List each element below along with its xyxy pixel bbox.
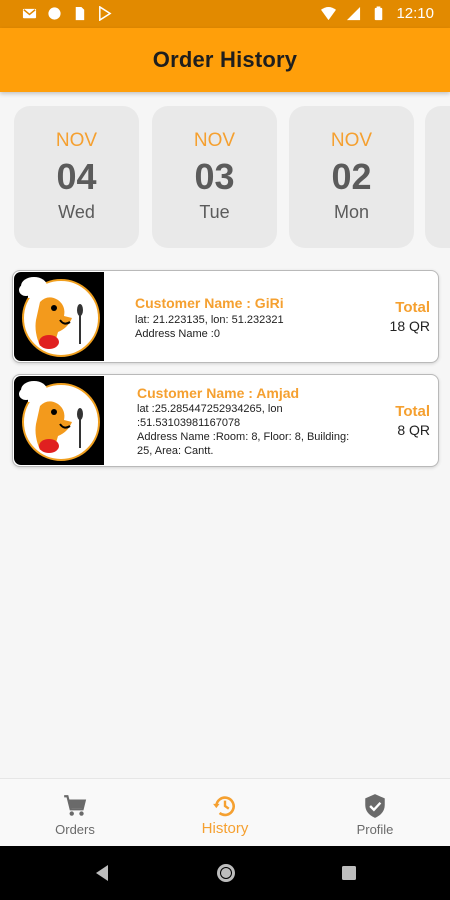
history-icon — [213, 796, 235, 817]
customer-name: Customer Name : GiRi — [135, 295, 284, 311]
order-address: Address Name :Room: 8, Floor: 8, Buildin… — [137, 431, 350, 443]
cart-icon — [64, 795, 87, 816]
order-address-cont: 25, Area: Cantt. — [137, 445, 214, 457]
order-coordinates: lat :25.285447252934265, lon — [137, 403, 283, 415]
recents-icon[interactable] — [341, 865, 357, 881]
total-value: 8 QR — [397, 422, 430, 438]
wifi-icon — [321, 6, 337, 21]
date-card-partial[interactable] — [425, 106, 450, 248]
order-card[interactable]: Customer Name : Amjad lat :25.2854472529… — [12, 374, 439, 467]
restaurant-logo — [14, 272, 104, 361]
date-month: NOV — [55, 130, 98, 151]
status-right-icons: 12:10 — [321, 5, 434, 22]
restaurant-logo — [14, 376, 104, 465]
order-coordinates-cont: :51.53103981167078 — [137, 417, 241, 429]
date-card-nov-03[interactable]: NOV 03 Tue — [152, 106, 277, 248]
order-info: Customer Name : Amjad lat :25.2854472529… — [137, 385, 349, 458]
circle-notification-icon — [48, 7, 61, 20]
page-title: Order History — [152, 47, 298, 72]
sim-card-icon — [75, 6, 85, 21]
nav-orders-label: Orders — [55, 822, 95, 837]
status-left-icons — [22, 6, 112, 21]
date-month: NOV — [193, 130, 236, 151]
customer-name: Customer Name : Amjad — [137, 385, 300, 401]
bottom-navigation: Orders History Profile — [0, 778, 450, 846]
play-store-icon — [99, 6, 112, 21]
back-icon[interactable] — [93, 863, 111, 883]
date-weekday: Wed — [58, 202, 95, 222]
status-bar: 12:10 — [0, 0, 450, 28]
date-day: 02 — [331, 156, 372, 197]
app-bar: Order History — [0, 28, 450, 92]
chef-mascot-icon — [19, 381, 100, 461]
status-time: 12:10 — [396, 5, 434, 22]
nav-orders[interactable]: Orders — [0, 779, 150, 847]
date-weekday: Tue — [199, 202, 230, 222]
order-coordinates: lat: 21.223135, lon: 51.232321 — [135, 314, 284, 326]
system-navigation-bar — [0, 846, 450, 900]
order-total: Total 18 QR — [390, 299, 430, 334]
total-label: Total — [395, 299, 430, 316]
date-card-nov-02[interactable]: NOV 02 Mon — [289, 106, 414, 248]
date-day: 04 — [56, 156, 97, 197]
total-value: 18 QR — [389, 318, 430, 334]
order-info: Customer Name : GiRi lat: 21.223135, lon… — [135, 295, 284, 341]
order-total: Total 8 QR — [395, 403, 430, 438]
battery-icon — [375, 6, 383, 21]
date-day: 03 — [194, 156, 235, 197]
gmail-icon — [22, 8, 37, 19]
nav-history-label: History — [201, 820, 249, 837]
date-month: NOV — [330, 130, 373, 151]
date-card-nov-04[interactable]: NOV 04 Wed — [14, 106, 139, 248]
nav-profile[interactable]: Profile — [300, 779, 450, 847]
total-label: Total — [395, 403, 430, 420]
chef-mascot-icon — [19, 277, 100, 357]
home-icon[interactable] — [215, 862, 237, 884]
nav-profile-label: Profile — [356, 822, 394, 837]
date-weekday: Mon — [333, 202, 369, 222]
shield-check-icon — [365, 794, 385, 818]
order-card[interactable]: Customer Name : GiRi lat: 21.223135, lon… — [12, 270, 439, 363]
order-address: Address Name :0 — [135, 328, 220, 340]
nav-history[interactable]: History — [150, 779, 300, 847]
date-selector[interactable]: NOV 04 Wed NOV 03 Tue NOV 02 Mon — [14, 106, 450, 248]
signal-icon — [347, 6, 361, 21]
